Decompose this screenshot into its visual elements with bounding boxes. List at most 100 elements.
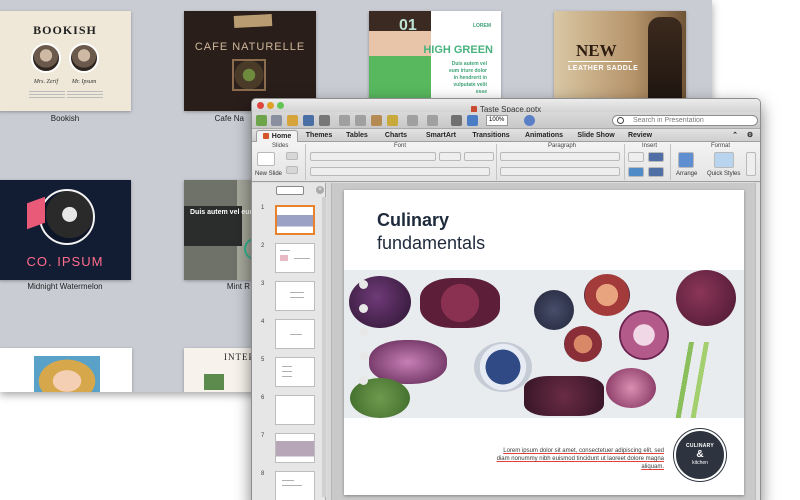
media-insert-icon[interactable] [648, 167, 664, 177]
tab-slide-show[interactable]: Slide Show [573, 130, 619, 142]
notebook-hole [359, 328, 368, 337]
slide-thumbnail[interactable] [275, 357, 315, 387]
font-name-select[interactable] [310, 152, 436, 161]
person-name: Mr. Ipsum [71, 79, 97, 85]
gear-icon[interactable]: ⚙ [743, 130, 757, 142]
tab-transitions[interactable]: Transitions [466, 130, 516, 142]
slide-number: 4 [261, 319, 265, 325]
slide-thumbnail[interactable] [275, 319, 315, 349]
tab-themes[interactable]: Themes [300, 130, 338, 142]
zoom-icon[interactable] [277, 102, 284, 109]
picture-icon[interactable] [648, 152, 664, 162]
help-icon[interactable] [524, 115, 535, 126]
font-style-buttons[interactable] [310, 167, 490, 176]
section-icon[interactable] [286, 166, 298, 174]
gallery-icon[interactable] [467, 115, 478, 126]
tab-charts[interactable]: Charts [378, 130, 414, 142]
thumb-text [290, 334, 302, 335]
group-title-format: Format [711, 143, 731, 149]
template-title: CO. IPSUM [26, 254, 104, 269]
notebook-hole [359, 304, 368, 313]
slide-body-text[interactable]: Lorem ipsum dolor sit amet, consectetuer… [494, 447, 664, 471]
tab-smartart[interactable]: SmartArt [419, 130, 463, 142]
thumb-image [280, 255, 288, 261]
template-cafe[interactable]: CAFE NATURELLE [184, 11, 316, 111]
tab-review[interactable]: Review [623, 130, 657, 142]
new-slide-button[interactable]: New Slide [255, 171, 282, 177]
slide-title[interactable]: Culinary [377, 210, 449, 231]
layout-icon[interactable] [286, 152, 298, 160]
print-icon[interactable] [319, 115, 330, 126]
slide-thumbnail[interactable] [275, 433, 315, 463]
template-label: Mint R [226, 282, 250, 291]
slide-number: 7 [261, 433, 265, 439]
notebook-hole [359, 352, 368, 361]
copy-icon[interactable] [355, 115, 366, 126]
arrange-icon[interactable] [678, 152, 694, 168]
pane-splitter[interactable] [327, 183, 332, 500]
alignment-buttons[interactable] [500, 167, 620, 176]
food-photo[interactable] [344, 270, 744, 418]
shape-icon[interactable] [628, 167, 644, 177]
thumb-text [282, 485, 302, 486]
template-bookish[interactable]: BOOKISH Mrs. Zerif Mr. Ipsum [0, 11, 131, 111]
font-grow-shrink[interactable] [464, 152, 494, 161]
close-pane-icon[interactable]: × [316, 186, 324, 194]
new-slide-icon[interactable] [257, 152, 275, 166]
slide-number: 1 [261, 205, 265, 211]
slide-thumbnail[interactable] [275, 395, 315, 425]
save-icon[interactable] [303, 115, 314, 126]
view-toggle[interactable] [276, 186, 304, 195]
redo-icon[interactable] [427, 115, 438, 126]
minimize-icon[interactable] [267, 102, 274, 109]
canvas-scrollbar[interactable] [755, 183, 760, 500]
templates-icon[interactable] [271, 115, 282, 126]
slide-thumbnail[interactable] [275, 205, 315, 235]
zoom-select[interactable]: 100% [486, 115, 508, 126]
thumb-text [280, 250, 290, 251]
thumbnail-scrollbar[interactable] [322, 197, 326, 497]
culinary-kitchen-logo[interactable]: CULINARY & kitchen [674, 429, 726, 481]
template-fashion[interactable] [0, 348, 132, 392]
ribbon-tabs: Home Themes Tables Charts SmartArt Trans… [252, 129, 760, 142]
list-buttons[interactable] [500, 152, 620, 161]
open-icon[interactable] [287, 115, 298, 126]
paste-icon[interactable] [371, 115, 382, 126]
tab-animations[interactable]: Animations [519, 130, 569, 142]
close-icon[interactable] [257, 102, 264, 109]
search-input[interactable]: Search in Presentation [612, 115, 758, 126]
quick-styles-icon[interactable] [714, 152, 734, 168]
slide-thumbnail[interactable] [275, 281, 315, 311]
template-green[interactable]: 01 LOREM HIGH GREEN Duis autem vel eum i… [369, 11, 501, 111]
template-midnight[interactable]: CO. IPSUM [0, 180, 131, 280]
fill-line-icons[interactable] [746, 152, 756, 176]
quick-styles-button[interactable]: Quick Styles [707, 171, 740, 177]
slide-subtitle[interactable]: fundamentals [377, 233, 485, 254]
thumb-text [290, 297, 304, 298]
slide[interactable]: Culinary fundamentals Lorem ipsum dolor … [344, 190, 744, 495]
media-icon[interactable] [451, 115, 462, 126]
arrange-button[interactable]: Arrange [676, 171, 697, 177]
notebook-hole [359, 376, 368, 385]
slide-thumbnail[interactable] [275, 243, 315, 273]
new-icon[interactable] [256, 115, 267, 126]
template-label: Bookish [50, 114, 80, 123]
group-title-insert: Insert [642, 143, 658, 149]
fig-half-image [564, 326, 602, 362]
font-size-select[interactable] [439, 152, 461, 161]
text-box-icon[interactable] [628, 152, 644, 162]
slide-canvas: Culinary fundamentals Lorem ipsum dolor … [327, 183, 760, 500]
cut-icon[interactable] [339, 115, 350, 126]
slide-thumbnail[interactable] [275, 471, 315, 500]
search-placeholder: Search in Presentation [633, 117, 704, 124]
tab-tables[interactable]: Tables [340, 130, 374, 142]
text-lines [67, 91, 103, 99]
thumb-text [282, 371, 292, 372]
collapse-ribbon-icon[interactable]: ⌃ [728, 130, 742, 142]
title-bar[interactable]: Taste Space.potx [252, 99, 760, 114]
tab-home[interactable]: Home [256, 130, 298, 142]
undo-icon[interactable] [407, 115, 418, 126]
group-title-font: Font [394, 143, 407, 149]
format-painter-icon[interactable] [387, 115, 398, 126]
template-saddle[interactable]: NEW LEATHER SADDLE [554, 11, 686, 111]
